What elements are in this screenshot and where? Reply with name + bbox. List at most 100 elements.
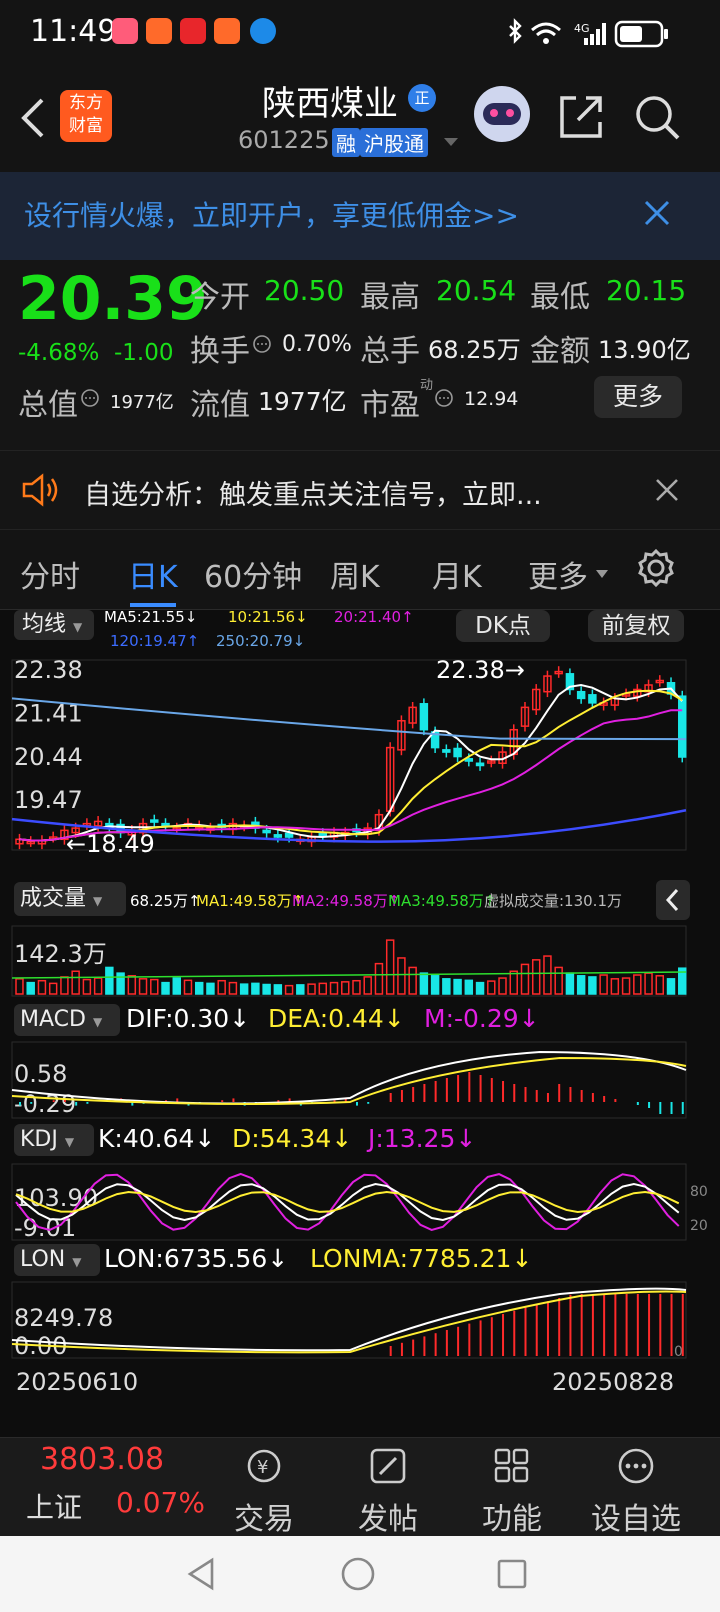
promo-banner[interactable]: 设行情火爆，立即开户，享更低佣金>> [0, 172, 720, 260]
robot-assistant-icon[interactable] [474, 86, 530, 142]
more-dots-icon [618, 1448, 654, 1484]
gear-icon[interactable] [636, 548, 676, 588]
chevron-down-icon[interactable] [442, 136, 460, 148]
adjust-button[interactable]: 前复权 [588, 610, 684, 642]
volume-bar [621, 977, 631, 995]
search-icon[interactable] [632, 92, 682, 142]
volume-bar [397, 957, 406, 995]
notice-text[interactable]: 自选分析：触发重点关注信号，立即... [84, 473, 542, 512]
close-icon[interactable] [654, 477, 680, 503]
recents-square-icon[interactable] [496, 1558, 528, 1590]
volume-bar [531, 959, 541, 995]
volume-bar [341, 981, 350, 995]
index-change[interactable]: 0.07% [116, 1486, 205, 1519]
kdj-d: D:54.34↓ [232, 1124, 353, 1153]
app-notification-icon [180, 18, 206, 44]
kdj-d-line [15, 1190, 680, 1213]
ma120-label: 120:19.47↑ [110, 632, 200, 650]
collapse-panel-button[interactable] [656, 880, 690, 920]
index-name[interactable]: 上证 [26, 1486, 82, 1526]
chevron-left-icon [665, 888, 679, 912]
back-triangle-icon[interactable] [186, 1556, 216, 1592]
nav-functions[interactable]: 功能 [462, 1446, 562, 1538]
high-price-marker: 22.38→ [436, 656, 525, 684]
pe-label: 市盈 [360, 388, 420, 423]
stock-header: 东方 财富 陕西煤业 正 601225 融 沪股通 [0, 70, 720, 170]
price-axis-label: 19.47 [14, 786, 83, 814]
tab-intraday[interactable]: 分时 [20, 552, 80, 596]
analysis-notice[interactable]: 自选分析：触发重点关注信号，立即... [0, 450, 720, 530]
kdj-j: J:13.25↓ [368, 1124, 477, 1153]
lonma-value: LONMA:7785.21↓ [310, 1244, 533, 1273]
ma20-label: 20:21.40↑ [334, 608, 414, 626]
ma20-line [19, 709, 683, 842]
change-percent: -4.68% [18, 340, 100, 366]
close-icon[interactable] [642, 198, 672, 228]
volume-bar [116, 972, 125, 995]
volume-bar [138, 978, 148, 995]
ma10-label: 10:21.56↓ [228, 608, 308, 626]
tab-weekly-k[interactable]: 周K [330, 552, 380, 596]
price-axis-label: 20.44 [14, 743, 83, 771]
kline-chart-svg[interactable]: 22.3821.4120.4419.4722.38→←18.49142.3万0.… [0, 650, 720, 1440]
candlestick [150, 819, 159, 823]
nav-post[interactable]: 发帖 [338, 1446, 438, 1538]
back-arrow-icon[interactable] [18, 96, 48, 140]
macd-selector[interactable]: MACD ▼ [14, 1004, 120, 1036]
nav-trade[interactable]: ¥ 交易 [214, 1446, 314, 1538]
date-end: 20250828 [552, 1368, 675, 1396]
tab-monthly-k[interactable]: 月K [432, 552, 482, 596]
kdj-k: K:40.64↓ [98, 1124, 216, 1153]
volume-bar [307, 983, 316, 995]
info-icon[interactable] [80, 388, 100, 408]
tab-60min[interactable]: 60分钟 [204, 552, 302, 596]
banner-text[interactable]: 设行情火爆，立即开户，享更低佣金>> [24, 194, 519, 234]
app-logo[interactable]: 东方 财富 [60, 90, 112, 142]
volume-bar [217, 979, 226, 995]
candlestick [678, 695, 687, 758]
turnover-label: 换手 [190, 334, 250, 369]
lon-selector[interactable]: LON ▼ [14, 1244, 100, 1276]
status-icons: 4G [509, 18, 668, 48]
logo-text: 财富 [69, 116, 103, 136]
tab-daily-k[interactable]: 日K [128, 552, 178, 596]
volume-label: 总手 [360, 334, 420, 369]
info-icon[interactable] [252, 334, 272, 354]
volume-bar [610, 978, 620, 995]
stock-code: 601225 [238, 126, 330, 154]
change-amount: -1.00 [114, 340, 174, 366]
tab-more[interactable]: 更多 [528, 552, 588, 596]
status-time: 11:49 [30, 14, 117, 49]
volume-bar [329, 981, 339, 995]
volume-selector[interactable]: 成交量 ▼ [14, 882, 126, 916]
volume-bar [633, 974, 642, 995]
macd-dif-line [11, 1050, 687, 1105]
kline-chart-area[interactable]: 均线 ▼ MA5:21.55↓ 10:21.56↓ 20:21.40↑ 120:… [0, 608, 720, 1440]
pe-superscript: 动 [420, 378, 434, 393]
volume-bar [318, 982, 328, 995]
open-value: 20.50 [264, 274, 345, 307]
dk-point-button[interactable]: DK点 [456, 610, 550, 642]
info-icon[interactable] [434, 388, 454, 408]
svg-text:¥: ¥ [257, 1457, 268, 1478]
ma10-line [19, 689, 683, 842]
nav-add-watchlist[interactable]: 设自选 [586, 1446, 686, 1538]
open-label: 今开 [190, 280, 250, 315]
volume-bar [666, 978, 676, 995]
candlestick [262, 829, 271, 834]
macd-dea: DEA:0.44↓ [268, 1004, 405, 1033]
candlestick [475, 762, 485, 767]
kdj-selector[interactable]: KDJ ▼ [14, 1124, 94, 1156]
volume-bar [228, 981, 238, 995]
lon-right-label: 0 [674, 1344, 683, 1360]
volume-bar [453, 978, 462, 995]
app-notification-icon [146, 18, 172, 44]
volume-bar [93, 977, 103, 995]
home-circle-icon[interactable] [340, 1556, 376, 1592]
index-value[interactable]: 3803.08 [40, 1442, 164, 1477]
ma-selector[interactable]: 均线 ▼ [14, 610, 94, 640]
margin-tag: 融 [332, 128, 360, 157]
volume-value: 68.25万 [428, 336, 521, 364]
more-quote-button[interactable]: 更多 [594, 376, 682, 418]
share-icon[interactable] [556, 92, 606, 142]
